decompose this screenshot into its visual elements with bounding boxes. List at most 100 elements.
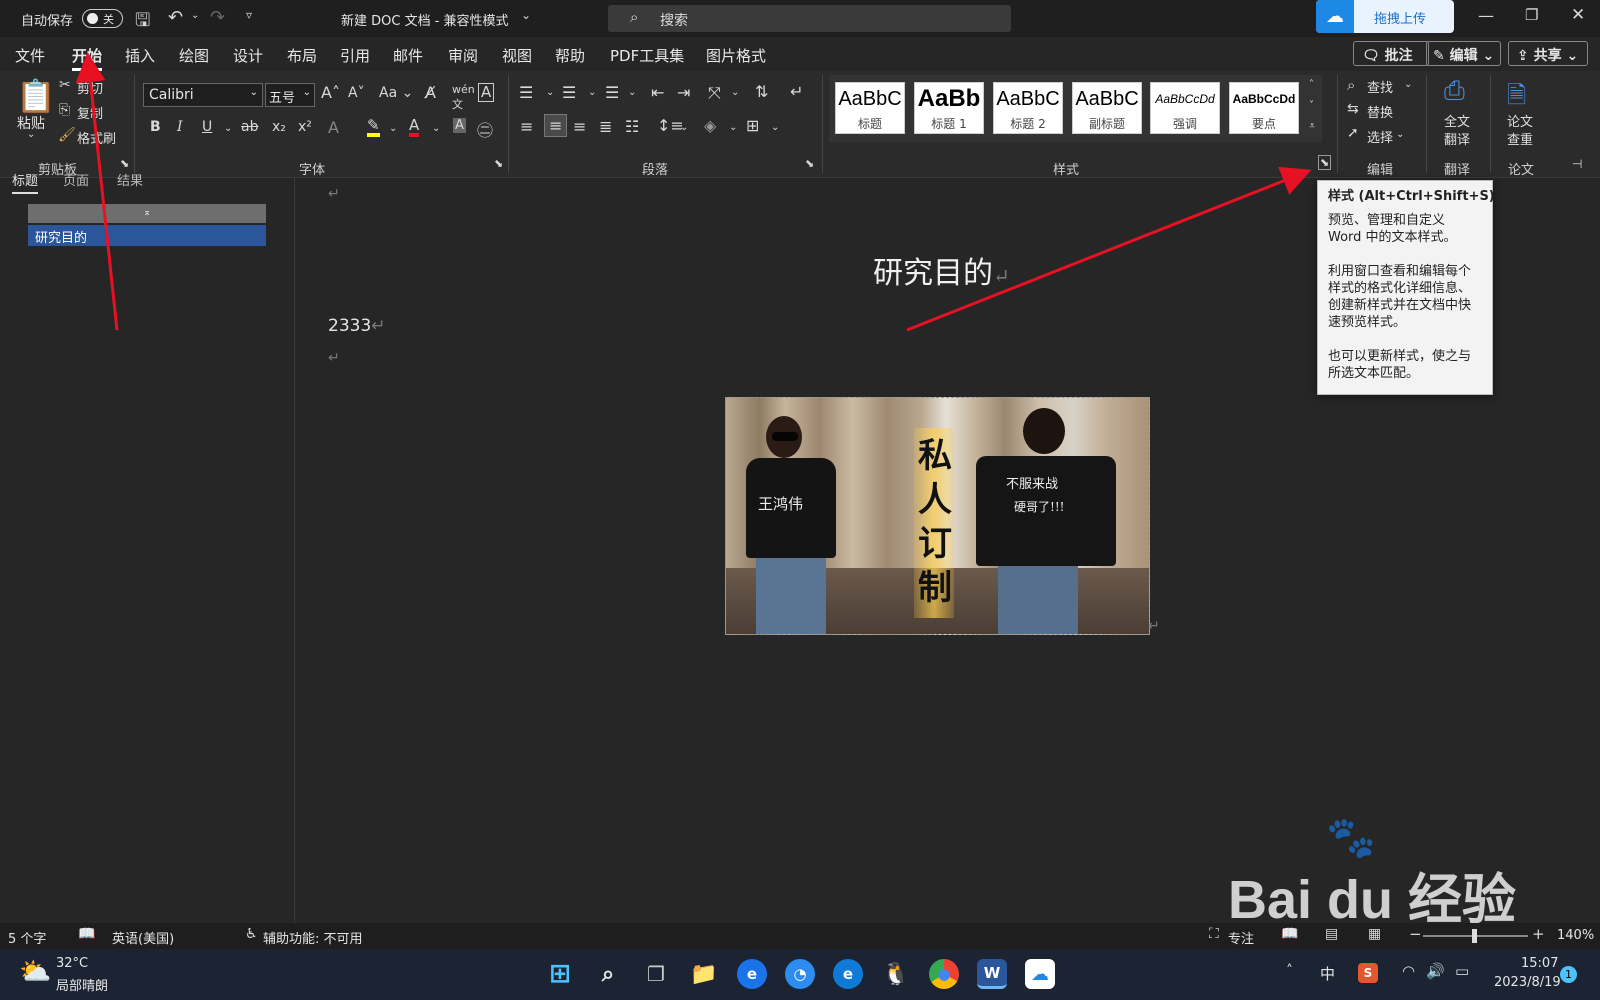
tab-help[interactable]: 帮助 — [555, 45, 585, 66]
notification-badge[interactable]: 1 — [1560, 966, 1577, 983]
pin-ribbon-icon[interactable]: ⊣ — [1572, 157, 1582, 171]
print-layout-icon[interactable]: ▤ — [1325, 926, 1338, 942]
subscript-icon[interactable]: x₂ — [272, 119, 286, 135]
edit-mode-button[interactable]: ✎ 编辑 ⌄ — [1426, 41, 1501, 66]
justify-icon[interactable]: ≣ — [599, 117, 612, 136]
clipboard-launcher-icon[interactable]: ⬊ — [120, 157, 129, 170]
enclose-characters-icon[interactable]: ㊁ — [477, 117, 493, 141]
word-icon[interactable]: W — [977, 959, 1007, 989]
qq-icon[interactable]: 🐧 — [881, 959, 911, 989]
zoom-out-icon[interactable]: − — [1409, 925, 1422, 943]
cut-button[interactable]: 剪切 — [77, 78, 103, 97]
format-painter-button[interactable]: 格式刷 — [77, 128, 116, 147]
ime-indicator[interactable]: 中 — [1320, 963, 1335, 984]
increase-indent-icon[interactable]: ⇥ — [677, 83, 690, 102]
highlight-dropdown-icon[interactable]: ⌄ — [389, 123, 397, 134]
chat-app-icon[interactable]: ◔ — [785, 959, 815, 989]
line-spacing-dropdown-icon[interactable]: ⌄ — [680, 122, 688, 133]
word-count[interactable]: 5 个字 — [8, 928, 46, 947]
show-marks-icon[interactable]: ↵ — [790, 82, 803, 101]
replace-button[interactable]: 替换 — [1367, 102, 1393, 121]
styles-launcher-icon[interactable]: ⬊ — [1318, 155, 1332, 170]
numbering-dropdown-icon[interactable]: ⌄ — [588, 87, 596, 98]
baidu-netdisk-icon[interactable]: ☁ — [1025, 959, 1055, 989]
nav-tab-headings[interactable]: 标题 — [12, 170, 39, 194]
tab-view[interactable]: 视图 — [502, 45, 532, 66]
translate-icon[interactable]: ⎙ — [1444, 76, 1465, 107]
style-card-heading1[interactable]: AaBb 标题 1 — [914, 82, 984, 134]
show-hidden-icons-icon[interactable]: ˄ — [1286, 963, 1293, 979]
underline-dropdown-icon[interactable]: ⌄ — [224, 123, 232, 134]
highlight-icon[interactable]: ✎ — [367, 117, 380, 137]
tab-layout[interactable]: 布局 — [287, 45, 317, 66]
nav-tab-results[interactable]: 结果 — [117, 170, 143, 189]
customize-toolbar-icon[interactable]: ▿ — [246, 8, 252, 22]
italic-icon[interactable]: I — [177, 119, 183, 135]
paste-icon[interactable]: 📋 — [16, 77, 56, 115]
focus-icon[interactable]: ⛶ — [1209, 926, 1219, 942]
paper-check-line1[interactable]: 论文 — [1507, 111, 1533, 130]
document-line[interactable]: 2333↵ — [328, 316, 386, 336]
paper-check-line2[interactable]: 查重 — [1507, 129, 1533, 148]
title-dropdown-icon[interactable]: ⌄ — [521, 8, 531, 22]
find-dropdown-icon[interactable]: ⌄ — [1404, 79, 1412, 90]
redo-icon[interactable]: ↷ — [210, 7, 225, 28]
copy-button[interactable]: 复制 — [77, 103, 103, 122]
select-icon[interactable]: ➚ — [1347, 125, 1359, 141]
close-icon[interactable]: ✕ — [1571, 5, 1585, 25]
browser-e-icon[interactable]: e — [737, 959, 767, 989]
select-dropdown-icon[interactable]: ⌄ — [1396, 129, 1404, 140]
weather-desc[interactable]: 局部晴朗 — [56, 975, 108, 994]
shrink-font-icon[interactable]: A˅ — [348, 85, 365, 101]
clear-formatting-icon[interactable]: A̸ — [425, 83, 436, 102]
zoom-in-icon[interactable]: + — [1532, 925, 1545, 943]
battery-icon[interactable]: ▭ — [1455, 962, 1469, 980]
undo-dropdown-icon[interactable]: ⌄ — [191, 10, 199, 21]
font-launcher-icon[interactable]: ⬊ — [494, 157, 503, 170]
tab-pdf-tools[interactable]: PDF工具集 — [610, 45, 684, 66]
gallery-more-icon[interactable]: ⩡ — [1309, 119, 1315, 133]
format-painter-icon[interactable]: 🖌 — [58, 127, 76, 143]
font-color-icon[interactable]: A — [409, 117, 420, 137]
tab-file[interactable]: 文件 — [15, 45, 45, 66]
file-explorer-icon[interactable]: 📁 — [689, 959, 719, 989]
paste-dropdown-icon[interactable]: ⌄ — [27, 129, 35, 140]
bullets-dropdown-icon[interactable]: ⌄ — [546, 87, 554, 98]
font-color-dropdown-icon[interactable]: ⌄ — [432, 123, 440, 134]
upload-button[interactable]: ☁ 拖拽上传 — [1316, 0, 1454, 33]
tab-review[interactable]: 审阅 — [448, 45, 478, 66]
font-name-select[interactable]: Calibri ⌄ — [143, 83, 263, 107]
style-card-strong[interactable]: AaBbCcDd 要点 — [1229, 82, 1299, 134]
text-effects-icon[interactable]: A — [328, 118, 339, 137]
clock-date[interactable]: 2023/8/19 — [1494, 975, 1561, 990]
multilevel-dropdown-icon[interactable]: ⌄ — [628, 87, 636, 98]
underline-icon[interactable]: U — [202, 119, 212, 135]
multilevel-list-icon[interactable]: ☰ — [605, 83, 619, 102]
scissors-icon[interactable]: ✂ — [59, 77, 71, 93]
translate-button[interactable]: 翻译 — [1444, 129, 1470, 148]
bold-icon[interactable]: B — [150, 119, 161, 135]
nav-heading-item[interactable]: 研究目的 — [28, 225, 266, 246]
style-card-emphasis[interactable]: AaBbCcDd 强调 — [1150, 82, 1220, 134]
web-layout-icon[interactable]: ▦ — [1368, 926, 1381, 942]
paragraph-launcher-icon[interactable]: ⬊ — [805, 157, 814, 170]
decrease-indent-icon[interactable]: ⇤ — [651, 83, 664, 102]
document-title[interactable]: 新建 DOC 文档 - 兼容性模式 — [341, 10, 509, 29]
comment-button[interactable]: 🗨 批注 — [1353, 41, 1429, 66]
focus-mode[interactable]: 专注 — [1228, 928, 1254, 947]
strikethrough-icon[interactable]: ab — [241, 119, 258, 135]
asian-layout-dropdown-icon[interactable]: ⌄ — [731, 87, 739, 98]
restore-icon[interactable]: ❐ — [1525, 6, 1538, 24]
proofing-icon[interactable]: 📖 — [78, 926, 95, 942]
sogou-ime-icon[interactable]: S — [1358, 963, 1378, 983]
phonetic-guide-icon[interactable]: wén 文 — [452, 83, 475, 112]
borders-dropdown-icon[interactable]: ⌄ — [771, 122, 779, 133]
document-image[interactable]: 王鸿伟 私人订制 不服来战 硬哥了!!! — [725, 397, 1150, 635]
find-icon[interactable]: ⌕ — [1347, 76, 1355, 94]
start-icon[interactable]: ⊞ — [545, 959, 575, 989]
style-card-title[interactable]: AaBbC 标题 — [835, 82, 905, 134]
edge-icon[interactable]: e — [833, 959, 863, 989]
numbering-icon[interactable]: ☰ — [562, 83, 576, 102]
superscript-icon[interactable]: x² — [298, 119, 312, 135]
borders-icon[interactable]: ⊞ — [746, 116, 759, 135]
